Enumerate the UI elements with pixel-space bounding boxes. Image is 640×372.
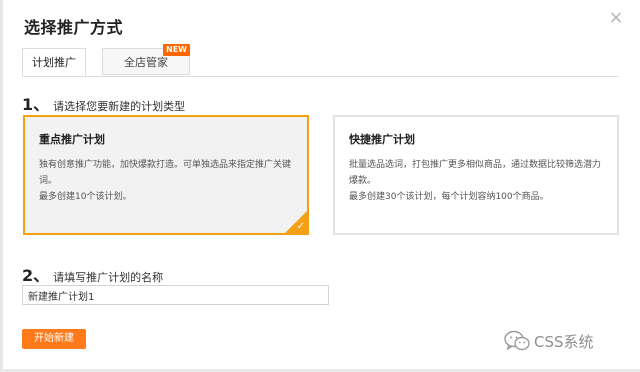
step1-heading: 1、 请选择您要新建的计划类型 bbox=[22, 91, 185, 115]
checkmark-icon: ✓ bbox=[296, 221, 305, 232]
plan-card-desc: 批量选品选词，打包推广更多相似商品，通过数据比较筛选潜力爆款。 bbox=[349, 160, 602, 186]
watermark-text: CSS系统 bbox=[534, 332, 594, 351]
close-icon[interactable]: × bbox=[606, 8, 626, 28]
start-new-button[interactable]: 开始新建 bbox=[22, 329, 86, 349]
plan-card-quick[interactable]: 快捷推广计划 批量选品选词，打包推广更多相似商品，通过数据比较筛选潜力爆款。 最… bbox=[333, 115, 619, 235]
step2-heading: 2、 请填写推广计划的名称 bbox=[22, 262, 163, 286]
plan-card-title: 快捷推广计划 bbox=[349, 133, 415, 146]
new-badge: NEW bbox=[163, 44, 190, 56]
plan-name-input[interactable] bbox=[22, 285, 329, 305]
plan-card-desc: 独有创意推广功能，加快爆款打造。可单独选品来指定推广关键词。 bbox=[39, 160, 292, 186]
step1-number: 1、 bbox=[22, 95, 50, 114]
dialog-title: 选择推广方式 bbox=[24, 18, 124, 37]
step2-label: 请填写推广计划的名称 bbox=[53, 271, 164, 284]
plan-card-limit: 最多创建10个该计划。 bbox=[39, 192, 132, 202]
dialog: 选择推广方式 × 计划推广 全店管家 NEW 1、 请选择您要新建的计划类型 重点… bbox=[0, 0, 640, 372]
plan-card-limit: 最多创建30个该计划，每个计划容纳100个商品。 bbox=[349, 192, 549, 202]
step2-number: 2、 bbox=[22, 266, 50, 285]
watermark: CSS系统 bbox=[504, 330, 594, 352]
plan-card-title: 重点推广计划 bbox=[39, 133, 105, 146]
plan-card-key[interactable]: 重点推广计划 独有创意推广功能，加快爆款打造。可单独选品来指定推广关键词。 最多… bbox=[23, 115, 309, 235]
wechat-icon bbox=[504, 330, 530, 351]
step1-label: 请选择您要新建的计划类型 bbox=[53, 100, 186, 113]
left-edge-divider bbox=[0, 0, 3, 372]
tab-plan-promotion[interactable]: 计划推广 bbox=[22, 48, 86, 76]
tab-bar: 计划推广 全店管家 NEW bbox=[22, 44, 618, 77]
